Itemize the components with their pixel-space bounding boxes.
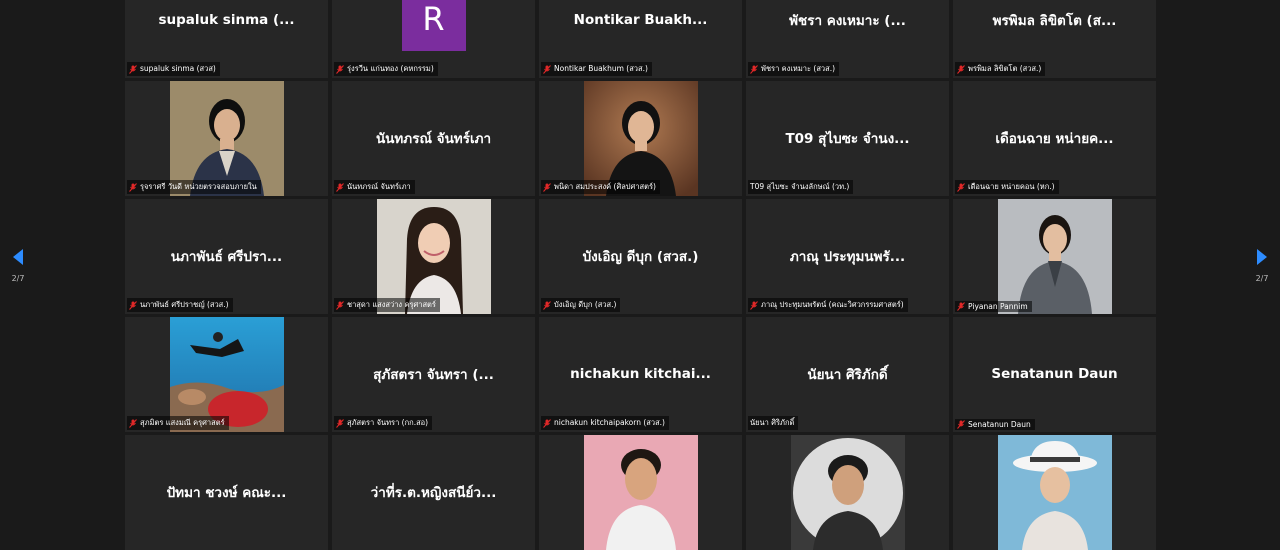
participant-display-name: T09 สุไบซะ จำนง... <box>785 130 910 147</box>
video-gallery-grid: supaluk sinma (... supaluk sinma (สวส) R… <box>125 0 1156 550</box>
participant-name-label: นภาพันธ์ ศรีปราชญ์ (สวส.) <box>127 298 233 312</box>
participant-video <box>997 199 1112 314</box>
participant-tile[interactable] <box>953 435 1156 550</box>
participant-avatar: R <box>401 0 466 51</box>
muted-mic-icon <box>336 300 344 310</box>
participant-tile[interactable]: เดือนฉาย หน่ายค... เดือนฉาย หน่ายคอน (หก… <box>953 81 1156 196</box>
participant-tile[interactable] <box>746 435 949 550</box>
participant-tile[interactable]: นัยนา ศิริภักดิ์ นัยนา ศิริภักดิ์ <box>746 317 949 432</box>
participant-name-label: รุจราศรี วันดี หน่วยตรวจสอบภายใน <box>127 180 261 194</box>
participant-name-label: supaluk sinma (สวส) <box>127 62 220 76</box>
participant-video <box>790 435 905 550</box>
muted-mic-icon <box>336 64 344 74</box>
participant-display-name: ว่าที่ร.ต.หญิงสนีย์ว... <box>370 484 497 501</box>
participant-display-name: ภาณุ ประทุมนพรั... <box>789 248 906 265</box>
participant-tile[interactable]: สุภัสตรา จันทรา (... สุภัสตรา จันทรา (กก… <box>332 317 535 432</box>
participant-name-label: พนิดา สมประสงค์ (ศิลปศาสตร์) <box>541 180 660 194</box>
participant-name-label: nichakun kitchaipakorn (สวส.) <box>541 416 669 430</box>
previous-page-button[interactable]: 2/7 <box>8 248 28 283</box>
participant-video <box>169 81 284 196</box>
muted-mic-icon <box>543 418 551 428</box>
participant-tile[interactable]: supaluk sinma (... supaluk sinma (สวส) <box>125 0 328 78</box>
participant-name-label: Piyanan Pannim <box>955 301 1032 312</box>
muted-mic-icon <box>957 182 965 192</box>
participant-tile[interactable]: นันทภรณ์ จันทร์เภา นันทภรณ์ จันทร์เภา <box>332 81 535 196</box>
participant-display-name: Nontikar Buakh... <box>573 11 708 28</box>
page-indicator: 2/7 <box>11 274 25 283</box>
participant-display-name: พัชรา คงเหมาะ (... <box>789 12 906 29</box>
participant-video <box>997 435 1112 550</box>
muted-mic-icon <box>750 300 758 310</box>
participant-display-name: พรพิมล ลิขิตโต (ส... <box>992 12 1117 29</box>
participant-tile[interactable]: สุภมิตร แสงมณี ครุศาสตร์ <box>125 317 328 432</box>
muted-mic-icon <box>543 64 551 74</box>
muted-mic-icon <box>957 420 965 429</box>
participant-tile[interactable]: T09 สุไบซะ จำนง... T09 สุไบซะ จำนงลักษณ์… <box>746 81 949 196</box>
participant-name-label: รุ่งรวีน แก่นทอง (คหกรรม) <box>334 62 438 76</box>
participant-tile[interactable]: ชาสุดา แสงสว่าง ครุศาสตร์ <box>332 199 535 314</box>
participant-tile[interactable]: พรพิมล ลิขิตโต (ส... พรพิมล ลิขิตโต (สวส… <box>953 0 1156 78</box>
muted-mic-icon <box>129 418 137 428</box>
participant-name-label: นัยนา ศิริภักดิ์ <box>748 416 799 430</box>
participant-tile[interactable]: Senatanun Daun Senatanun Daun <box>953 317 1156 432</box>
participant-name-label: เดือนฉาย หน่ายคอน (หก.) <box>955 180 1059 194</box>
participant-video <box>169 317 284 432</box>
muted-mic-icon <box>336 182 344 192</box>
participant-name-label: บังเอิญ ดีบุก (สวส.) <box>541 298 621 312</box>
muted-mic-icon <box>129 300 137 310</box>
page-indicator: 2/7 <box>1255 274 1269 283</box>
muted-mic-icon <box>543 300 551 310</box>
participant-tile[interactable]: Piyanan Pannim <box>953 199 1156 314</box>
participant-display-name: nichakun kitchai... <box>570 365 711 382</box>
participant-display-name: บังเอิญ ดีบุก (สวส.) <box>582 248 699 265</box>
participant-display-name: supaluk sinma (... <box>158 11 295 28</box>
participant-video <box>583 435 698 550</box>
participant-video <box>376 199 491 314</box>
participant-tile[interactable]: รุจราศรี วันดี หน่วยตรวจสอบภายใน <box>125 81 328 196</box>
participant-tile[interactable]: ภาณุ ประทุมนพรั... ภาณุ ประทุมนพรัตน์ (ค… <box>746 199 949 314</box>
next-page-button[interactable]: 2/7 <box>1252 248 1272 283</box>
participant-tile[interactable]: nichakun kitchai... nichakun kitchaipako… <box>539 317 742 432</box>
muted-mic-icon <box>543 182 551 192</box>
muted-mic-icon <box>957 302 965 311</box>
chevron-left-icon <box>13 249 23 265</box>
muted-mic-icon <box>957 64 965 74</box>
participant-tile[interactable]: ว่าที่ร.ต.หญิงสนีย์ว... <box>332 435 535 550</box>
participant-name-label: พัชรา คงเหมาะ (สวส.) <box>748 62 840 76</box>
muted-mic-icon <box>129 182 137 192</box>
participant-tile[interactable]: Nontikar Buakh... Nontikar Buakhum (สวส.… <box>539 0 742 78</box>
chevron-right-icon <box>1257 249 1267 265</box>
participant-display-name: นัยนา ศิริภักดิ์ <box>807 366 888 383</box>
participant-tile[interactable]: นภาพันธ์ ศรีปรา... นภาพันธ์ ศรีปราชญ์ (ส… <box>125 199 328 314</box>
participant-name-label: Nontikar Buakhum (สวส.) <box>541 62 652 76</box>
muted-mic-icon <box>336 418 344 428</box>
participant-display-name: เดือนฉาย หน่ายค... <box>995 130 1114 147</box>
participant-tile[interactable]: พัชรา คงเหมาะ (... พัชรา คงเหมาะ (สวส.) <box>746 0 949 78</box>
participant-tile[interactable]: R รุ่งรวีน แก่นทอง (คหกรรม) <box>332 0 535 78</box>
participant-name-label: T09 สุไบซะ จำนงลักษณ์ (วท.) <box>748 180 854 194</box>
participant-name-label: สุภมิตร แสงมณี ครุศาสตร์ <box>127 416 229 430</box>
participant-display-name: สุภัสตรา จันทรา (... <box>373 366 494 383</box>
muted-mic-icon <box>750 64 758 74</box>
participant-name-label: สุภัสตรา จันทรา (กก.สอ) <box>334 416 433 430</box>
participant-tile[interactable]: ปัทมา ชวงษ์ คณะ... <box>125 435 328 550</box>
participant-tile[interactable]: บังเอิญ ดีบุก (สวส.) บังเอิญ ดีบุก (สวส.… <box>539 199 742 314</box>
participant-display-name: นภาพันธ์ ศรีปรา... <box>170 248 283 265</box>
participant-tile[interactable]: พนิดา สมประสงค์ (ศิลปศาสตร์) <box>539 81 742 196</box>
participant-display-name: ปัทมา ชวงษ์ คณะ... <box>166 484 287 501</box>
participant-tile[interactable] <box>539 435 742 550</box>
participant-name-label: Senatanun Daun <box>955 419 1035 430</box>
participant-name-label: นันทภรณ์ จันทร์เภา <box>334 180 415 194</box>
muted-mic-icon <box>129 64 137 74</box>
participant-display-name: Senatanun Daun <box>991 365 1118 382</box>
participant-display-name: นันทภรณ์ จันทร์เภา <box>375 130 492 147</box>
participant-name-label: พรพิมล ลิขิตโต (สวส.) <box>955 62 1046 76</box>
participant-video <box>583 81 698 196</box>
participant-name-label: ชาสุดา แสงสว่าง ครุศาสตร์ <box>334 298 440 312</box>
participant-name-label: ภาณุ ประทุมนพรัตน์ (คณะวิศวกรรมศาสตร์) <box>748 298 908 312</box>
